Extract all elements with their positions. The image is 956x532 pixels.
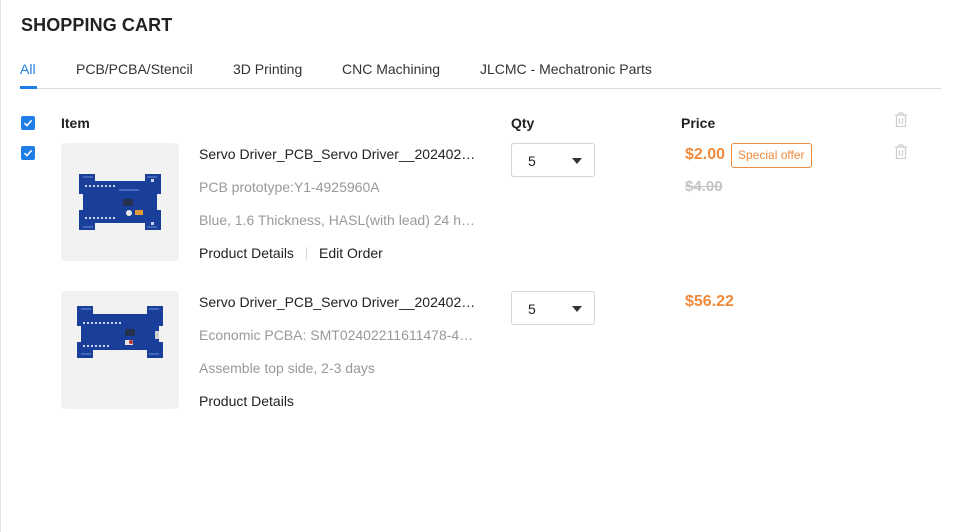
item-2-name[interactable]: Servo Driver_PCB_Servo Driver__2024021..… (199, 294, 479, 310)
tab-cnc-machining[interactable]: CNC Machining (342, 61, 440, 77)
item-2-price: $56.22 (685, 293, 734, 310)
panel-left-border (0, 0, 1, 532)
select-all-checkbox[interactable] (21, 116, 35, 130)
item-1-qty-select[interactable]: 5 (511, 143, 595, 177)
item-1-spec: PCB prototype:Y1-4925960A (199, 179, 380, 195)
delete-selected-trash-icon[interactable] (893, 111, 909, 128)
tab-3d-printing[interactable]: 3D Printing (233, 61, 302, 77)
chevron-down-icon (572, 306, 582, 312)
item-1-product-details-link[interactable]: Product Details (199, 245, 294, 261)
link-separator (306, 247, 307, 260)
pcb-thumbnail[interactable] (61, 143, 179, 261)
item-2-product-details-link[interactable]: Product Details (199, 393, 294, 409)
column-header-qty: Qty (511, 115, 535, 131)
item-1-qty-value: 5 (528, 153, 536, 169)
tab-pcb-pcba-stencil[interactable]: PCB/PCBA/Stencil (76, 61, 193, 77)
item-1-options: Blue, 1.6 Thickness, HASL(with lead) 24 … (199, 212, 479, 228)
item-1-delete-trash-icon[interactable] (893, 143, 909, 160)
tab-all[interactable]: All (20, 61, 36, 77)
item-1-edit-order-link[interactable]: Edit Order (319, 245, 383, 261)
item-1-name[interactable]: Servo Driver_PCB_Servo Driver__2024021..… (199, 146, 479, 162)
category-tabs: All PCB/PCBA/Stencil 3D Printing CNC Mac… (20, 61, 941, 89)
item-2-qty-value: 5 (528, 301, 536, 317)
chevron-down-icon (572, 158, 582, 164)
page-title: SHOPPING CART (21, 15, 173, 35)
checkmark-icon (23, 119, 33, 127)
checkmark-icon (23, 149, 33, 157)
pcba-thumbnail[interactable] (61, 291, 179, 409)
pcba-board-image (77, 306, 163, 358)
active-tab-indicator (20, 86, 37, 89)
special-offer-badge: Special offer (731, 143, 812, 168)
item-2-qty-select[interactable]: 5 (511, 291, 595, 325)
item-2-spec: Economic PCBA: SMT02402211611478-4925960… (199, 327, 479, 343)
item-1-checkbox[interactable] (21, 146, 35, 160)
column-header-price: Price (681, 115, 716, 131)
tab-jlcmc-mechatronic-parts[interactable]: JLCMC - Mechatronic Parts (480, 61, 652, 77)
column-header-item: Item (61, 115, 90, 131)
item-1-price: $2.00 (685, 146, 726, 163)
item-2-options: Assemble top side, 2-3 days (199, 360, 375, 376)
pcb-board-image (79, 174, 161, 230)
item-1-original-price: $4.00 (685, 178, 723, 195)
